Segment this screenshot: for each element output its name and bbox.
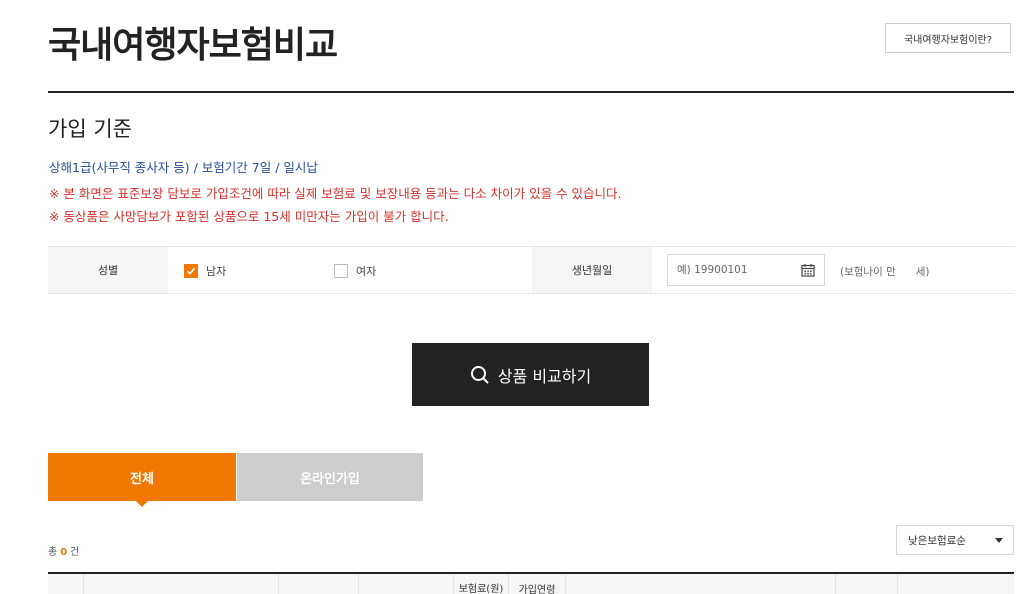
table-header-cell [835, 574, 897, 594]
table-header-cell [83, 574, 278, 594]
gender-female-label: 여자 [356, 265, 377, 278]
criteria-summary: 상해1급(사무직 종사자 등) / 보험기간 7일 / 일시납 [49, 160, 318, 175]
criteria-heading: 가입 기준 [48, 117, 132, 141]
gender-male-checkbox[interactable]: 남자 [184, 263, 226, 279]
active-tab-indicator [136, 501, 148, 507]
checkbox-checked-icon [184, 264, 198, 278]
results-table-header: 보험료(원) 가입연령 [48, 572, 1014, 594]
result-total: 총0건 [48, 543, 79, 558]
title-divider [48, 91, 1014, 93]
calendar-icon[interactable] [801, 263, 815, 277]
notice-text-1: ※ 본 화면은 표준보장 담보로 가입조건에 따라 실제 보험료 및 보장내용 … [49, 186, 622, 201]
sort-order-select[interactable]: 낮은보험료순 [896, 525, 1014, 555]
insured-info-form: 성별 남자 여자 생년월일 (보험나이 만 세) [48, 246, 1014, 294]
travel-insurance-info-button[interactable]: 국내여행자보험이란? [885, 23, 1011, 53]
page-title: 국내여행자보험비교 [48, 25, 338, 66]
table-header-cell [897, 574, 1014, 594]
tab-all[interactable]: 전체 [48, 453, 236, 501]
table-header-cell [278, 574, 358, 594]
compare-button-label: 상품 비교하기 [497, 366, 592, 386]
checkbox-unchecked-icon [334, 264, 348, 278]
age-column-header: 가입연령 [508, 574, 565, 594]
total-prefix: 총 [48, 547, 58, 558]
table-header-cell [358, 574, 453, 594]
table-header-cell [48, 574, 83, 594]
sort-selected-value: 낮은보험료순 [908, 534, 966, 547]
table-header-cell [565, 574, 835, 594]
gender-label: 성별 [48, 247, 168, 293]
total-count: 0 [60, 547, 68, 558]
birthdate-field [667, 254, 825, 286]
gender-female-checkbox[interactable]: 여자 [334, 263, 376, 279]
insurance-age-note: (보험나이 만 세) [840, 266, 930, 278]
chevron-down-icon [995, 538, 1003, 543]
search-icon [470, 365, 489, 384]
compare-products-button[interactable]: 상품 비교하기 [412, 343, 649, 406]
total-suffix: 건 [70, 547, 80, 558]
birthdate-label: 생년월일 [532, 247, 652, 293]
birthdate-input[interactable] [668, 255, 797, 285]
tab-online-signup[interactable]: 온라인가입 [237, 453, 423, 501]
premium-column-header: 보험료(원) [453, 574, 508, 594]
notice-text-2: ※ 동상품은 사망담보가 포함된 상품으로 15세 미만자는 가입이 불가 합니… [49, 209, 449, 224]
gender-male-label: 남자 [206, 265, 227, 278]
